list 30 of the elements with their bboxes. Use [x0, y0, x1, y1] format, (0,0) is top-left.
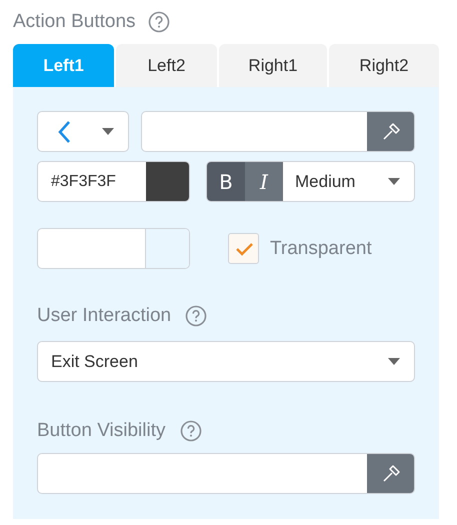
caret-icon — [102, 128, 114, 135]
checkbox-label: Transparent — [270, 238, 372, 260]
section-title: Action Buttons — [13, 11, 136, 33]
help-icon[interactable] — [180, 420, 202, 442]
help-icon[interactable] — [148, 11, 170, 33]
caret-icon — [388, 178, 400, 185]
color-swatch[interactable] — [146, 162, 189, 201]
caret-icon — [388, 358, 400, 365]
visibility-field[interactable] — [37, 453, 415, 494]
help-icon[interactable] — [185, 305, 208, 327]
hammer-icon — [380, 464, 400, 484]
text-field[interactable] — [141, 111, 415, 152]
hammer-icon — [380, 122, 400, 142]
checkbox[interactable] — [228, 233, 259, 264]
hammer-button[interactable] — [367, 454, 414, 493]
color-swatch[interactable] — [145, 229, 189, 268]
hammer-button[interactable] — [367, 112, 414, 151]
color-field[interactable]: #3F3F3F — [37, 161, 190, 202]
tab[interactable]: Right1 — [219, 44, 327, 87]
bold-button[interactable]: B — [207, 162, 245, 201]
interaction-dropdown[interactable]: Exit Screen — [37, 341, 415, 382]
background-color-field[interactable] — [37, 228, 190, 269]
tab[interactable]: Right2 — [329, 44, 439, 87]
field-label: Button Visibility — [37, 420, 166, 442]
field-label: User Interaction — [37, 305, 172, 327]
icon-dropdown[interactable] — [37, 111, 129, 152]
italic-button[interactable]: I — [245, 162, 283, 201]
tab[interactable]: Left2 — [116, 44, 217, 87]
font-weight-dropdown[interactable]: Medium — [283, 162, 414, 201]
chevron-left-icon — [58, 120, 72, 144]
